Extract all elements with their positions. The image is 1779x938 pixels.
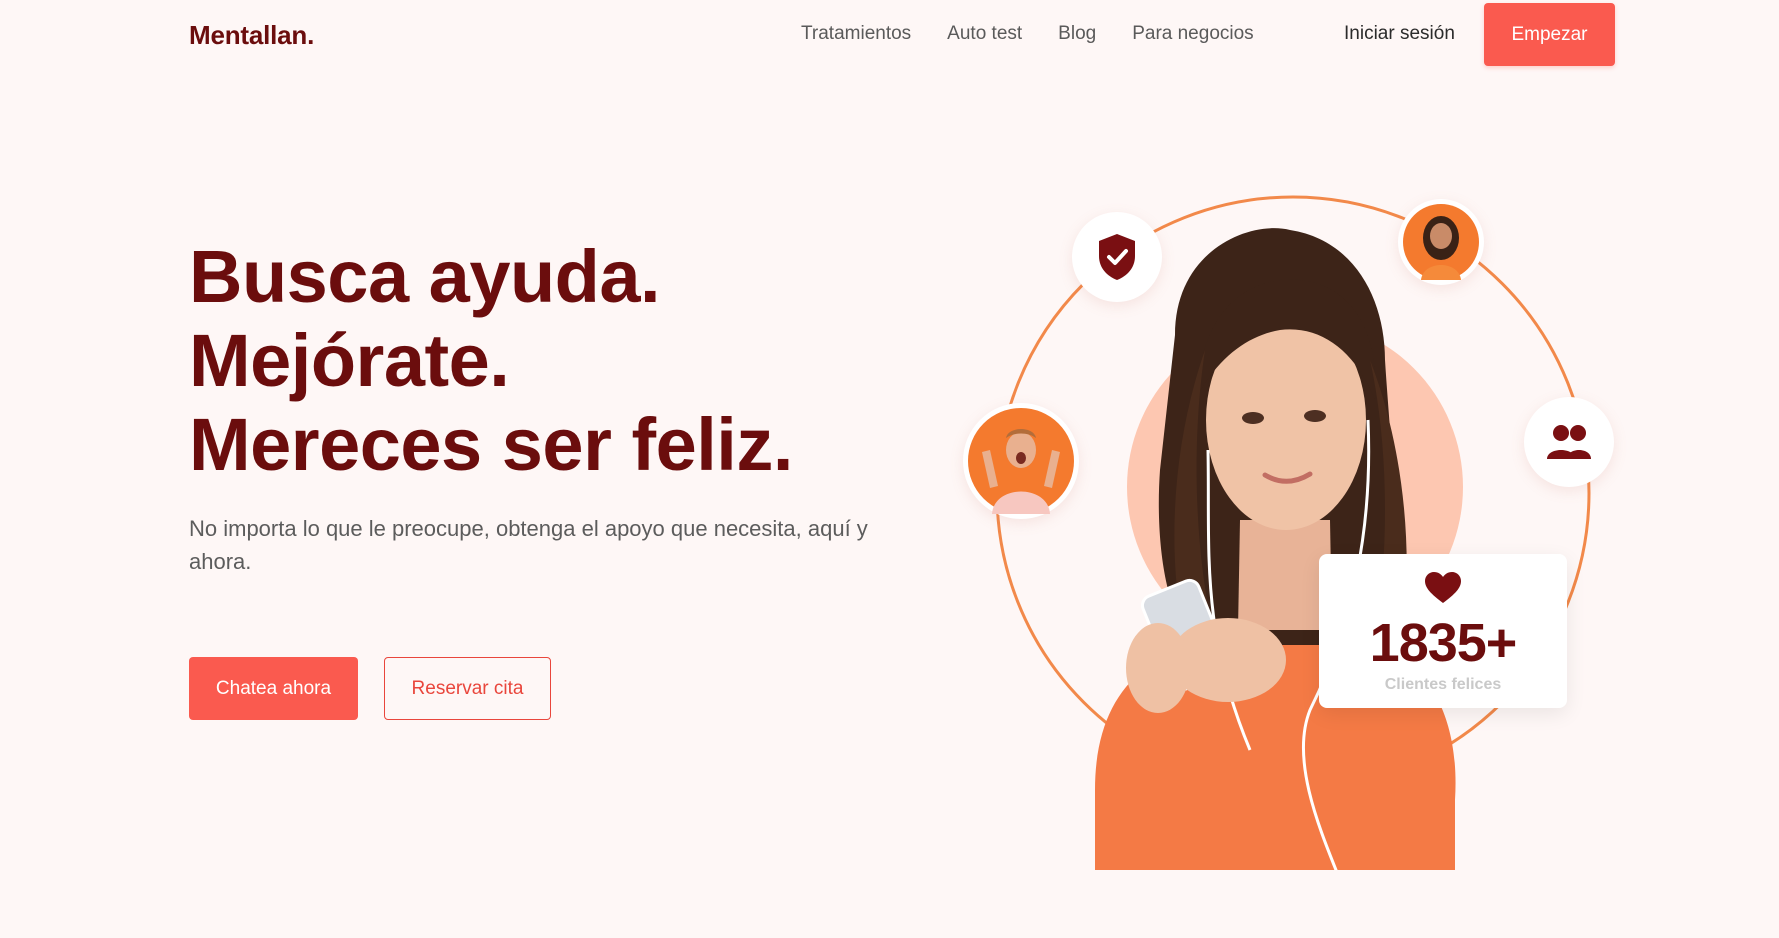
happy-clients-label: Clientes felices <box>1384 676 1502 693</box>
users-icon <box>1547 425 1591 459</box>
client-avatar-man <box>963 403 1079 519</box>
avatar <box>1403 204 1479 280</box>
nav-link-blog[interactable]: Blog <box>1058 22 1096 46</box>
headline-line-2: Mejórate. <box>189 319 510 402</box>
start-button[interactable]: Empezar <box>1484 3 1615 66</box>
main-nav: Tratamientos Auto test Blog Para negocio… <box>801 22 1290 46</box>
orbit-ring <box>995 195 1591 870</box>
nav-link-business[interactable]: Para negocios <box>1132 22 1253 46</box>
headline-line-1: Busca ayuda. <box>189 235 661 318</box>
happy-clients-card: 1835+ Clientes felices <box>1319 554 1567 708</box>
hero-illustration: 1835+ Clientes felices <box>960 190 1620 870</box>
brand-logo[interactable]: Mentallan. <box>189 20 314 51</box>
nav-link-self-test[interactable]: Auto test <box>947 22 1022 46</box>
headline-line-3: Mereces ser feliz. <box>189 403 793 486</box>
chat-now-button[interactable]: Chatea ahora <box>189 657 358 720</box>
happy-clients-count: 1835+ <box>1369 613 1518 673</box>
login-link[interactable]: Iniciar sesión <box>1344 22 1455 46</box>
shield-badge <box>1072 212 1162 302</box>
community-badge <box>1524 397 1614 487</box>
nav-link-treatments[interactable]: Tratamientos <box>801 22 911 46</box>
hero-subtitle: No importa lo que le preocupe, obtenga e… <box>189 516 868 574</box>
heart-icon <box>1425 572 1461 603</box>
client-avatar-woman <box>1398 199 1484 285</box>
book-appointment-button[interactable]: Reservar cita <box>384 657 551 720</box>
shield-check-icon <box>1099 234 1135 280</box>
hero-headline: Busca ayuda. Mejórate. Mereces ser feliz… <box>189 235 793 487</box>
avatar <box>968 408 1074 514</box>
